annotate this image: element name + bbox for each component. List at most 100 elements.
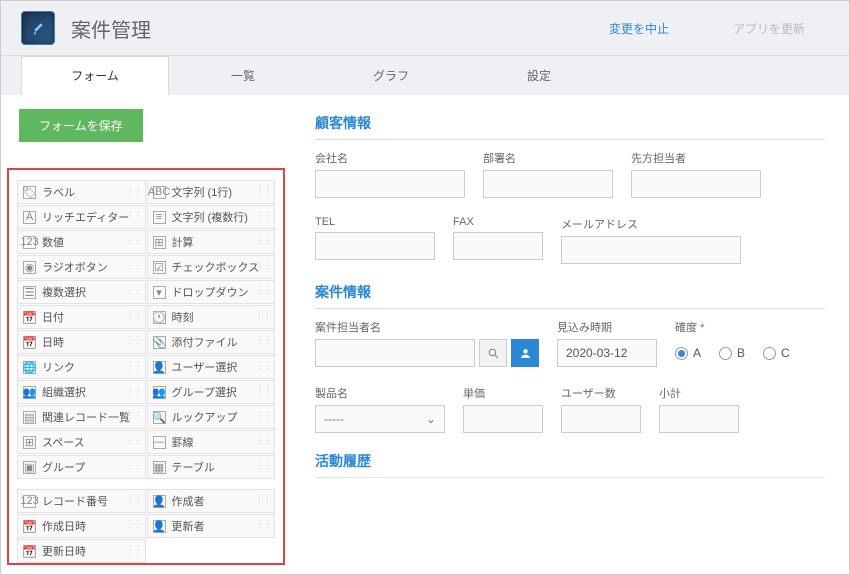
palette-item[interactable]: ≡文字列 (複数行)⋮⋮ xyxy=(147,205,276,229)
field-type-icon: 123 xyxy=(23,495,36,508)
field-type-icon: 👥 xyxy=(23,386,36,399)
label-product: 製品名 xyxy=(315,385,445,401)
palette-item[interactable]: Aリッチエディター⋮⋮ xyxy=(17,205,146,229)
input-subtotal[interactable] xyxy=(659,405,739,433)
palette-item[interactable]: 📅更新日時⋮⋮ xyxy=(17,539,146,563)
palette-item[interactable]: 123数値⋮⋮ xyxy=(17,230,146,254)
field-type-icon: ▦ xyxy=(153,461,166,474)
radio-option-c[interactable]: C xyxy=(763,346,790,360)
palette-item[interactable]: ⊞スペース⋮⋮ xyxy=(17,430,146,454)
input-unitprice[interactable] xyxy=(463,405,543,433)
palette-item-label: 作成者 xyxy=(172,493,205,509)
palette-item[interactable]: 🕐時刻⋮⋮ xyxy=(147,305,276,329)
drag-handle-icon: ⋮⋮ xyxy=(255,260,271,271)
palette-item[interactable]: ☑チェックボックス⋮⋮ xyxy=(147,255,276,279)
palette-item[interactable]: 📅日時⋮⋮ xyxy=(17,330,146,354)
drag-handle-icon: ⋮⋮ xyxy=(126,235,142,246)
palette-item-label: 更新日時 xyxy=(42,543,86,559)
cancel-button[interactable]: 変更を中止 xyxy=(585,12,693,45)
drag-handle-icon: ⋮⋮ xyxy=(255,335,271,346)
palette-item[interactable]: ▣グループ⋮⋮ xyxy=(17,455,146,479)
tab-list[interactable]: 一覧 xyxy=(169,56,317,95)
drag-handle-icon: ⋮⋮ xyxy=(255,310,271,321)
app-icon xyxy=(21,11,55,45)
palette-item[interactable]: ◉ラジオボタン⋮⋮ xyxy=(17,255,146,279)
app-title: 案件管理 xyxy=(71,14,569,43)
field-type-icon: ▣ xyxy=(23,461,36,474)
field-type-icon: 🌐 xyxy=(23,361,36,374)
user-picker-button[interactable] xyxy=(511,339,539,367)
palette-item[interactable]: 📎添付ファイル⋮⋮ xyxy=(147,330,276,354)
palette-item[interactable]: 👤更新者⋮⋮ xyxy=(147,514,276,538)
drag-handle-icon: ⋮⋮ xyxy=(126,544,142,555)
field-type-icon: ▾ xyxy=(153,286,166,299)
app-window: 案件管理 変更を中止 アプリを更新 フォーム 一覧 グラフ 設定 フォームを保存… xyxy=(0,0,850,575)
palette-item-label: レコード番号 xyxy=(42,493,108,509)
palette-item-label: 罫線 xyxy=(172,434,194,450)
label-assignee: 案件担当者名 xyxy=(315,319,539,335)
drag-handle-icon: ⋮⋮ xyxy=(255,410,271,421)
save-form-button[interactable]: フォームを保存 xyxy=(19,109,143,142)
input-fax[interactable] xyxy=(453,232,543,260)
palette-item[interactable]: 123レコード番号⋮⋮ xyxy=(17,489,146,513)
drag-handle-icon: ⋮⋮ xyxy=(255,185,271,196)
palette-item-label: 作成日時 xyxy=(42,518,86,534)
input-email[interactable] xyxy=(561,236,741,264)
label-tel: TEL xyxy=(315,216,435,228)
input-expected-date[interactable] xyxy=(557,339,657,367)
drag-handle-icon: ⋮⋮ xyxy=(126,460,142,471)
input-assignee[interactable] xyxy=(315,339,475,367)
tab-settings[interactable]: 設定 xyxy=(465,56,613,95)
palette-item[interactable]: 👤ユーザー選択⋮⋮ xyxy=(147,355,276,379)
input-contact[interactable] xyxy=(631,170,761,198)
palette-item-label: 複数選択 xyxy=(42,284,86,300)
input-department[interactable] xyxy=(483,170,613,198)
palette-item[interactable]: ▤関連レコード一覧⋮⋮ xyxy=(17,405,146,429)
save-area: フォームを保存 xyxy=(1,95,291,162)
radio-option-a[interactable]: A xyxy=(675,346,701,360)
palette-item-label: 文字列 (1行) xyxy=(172,184,233,200)
palette-item[interactable]: 📅日付⋮⋮ xyxy=(17,305,146,329)
label-users: ユーザー数 xyxy=(561,385,641,401)
palette-item[interactable]: 📅作成日時⋮⋮ xyxy=(17,514,146,538)
row-case-1: 案件担当者名 見込み時期 確度 * A B C xyxy=(315,319,825,367)
update-app-button[interactable]: アプリを更新 xyxy=(709,12,829,45)
palette-item[interactable]: ▾ドロップダウン⋮⋮ xyxy=(147,280,276,304)
search-icon[interactable] xyxy=(479,339,507,367)
input-users[interactable] xyxy=(561,405,641,433)
palette-item-label: ドロップダウン xyxy=(172,284,249,300)
palette-item-label: 関連レコード一覧 xyxy=(42,409,130,425)
radio-icon xyxy=(719,347,732,360)
form-canvas: 顧客情報 会社名 部署名 先方担当者 TEL xyxy=(291,95,849,573)
field-type-icon: — xyxy=(153,436,166,449)
field-type-icon: 🕐 xyxy=(153,311,166,324)
topbar: 案件管理 変更を中止 アプリを更新 xyxy=(1,1,849,56)
field-type-icon: ☰ xyxy=(23,286,36,299)
input-company[interactable] xyxy=(315,170,465,198)
chevron-down-icon: ⌄ xyxy=(426,412,436,426)
label-subtotal: 小計 xyxy=(659,385,739,401)
palette-item[interactable]: 👥組織選択⋮⋮ xyxy=(17,380,146,404)
palette-item[interactable]: 👤作成者⋮⋮ xyxy=(147,489,276,513)
tab-graph[interactable]: グラフ xyxy=(317,56,465,95)
drag-handle-icon: ⋮⋮ xyxy=(126,335,142,346)
palette-item[interactable]: ABC文字列 (1行)⋮⋮ xyxy=(147,180,276,204)
palette-item[interactable]: 🔍ルックアップ⋮⋮ xyxy=(147,405,276,429)
tab-form[interactable]: フォーム xyxy=(21,56,169,95)
palette-item[interactable]: 👥グループ選択⋮⋮ xyxy=(147,380,276,404)
palette-item[interactable]: 🏷ラベル⋮⋮ xyxy=(17,180,146,204)
drag-handle-icon: ⋮⋮ xyxy=(126,410,142,421)
palette-item[interactable]: ☰複数選択⋮⋮ xyxy=(17,280,146,304)
input-tel[interactable] xyxy=(315,232,435,260)
palette-item[interactable]: 🌐リンク⋮⋮ xyxy=(17,355,146,379)
content-body: フォームを保存 🏷ラベル⋮⋮ A B C 文字列 (1行) ⋮⋮ Aリッチエディター⋮⋮≡文… xyxy=(1,95,849,573)
field-type-icon: 👤 xyxy=(153,361,166,374)
field-type-icon: 🏷 xyxy=(23,186,36,199)
field-grid-system: 123レコード番号⋮⋮👤作成者⋮⋮📅作成日時⋮⋮👤更新者⋮⋮📅更新日時⋮⋮ xyxy=(17,489,275,563)
select-product[interactable]: -----⌄ xyxy=(315,405,445,433)
tab-bar: フォーム 一覧 グラフ 設定 xyxy=(1,56,849,95)
palette-item[interactable]: —罫線⋮⋮ xyxy=(147,430,276,454)
palette-item[interactable]: ▦テーブル⋮⋮ xyxy=(147,455,276,479)
palette-item[interactable]: ⊞計算⋮⋮ xyxy=(147,230,276,254)
radio-option-b[interactable]: B xyxy=(719,346,745,360)
